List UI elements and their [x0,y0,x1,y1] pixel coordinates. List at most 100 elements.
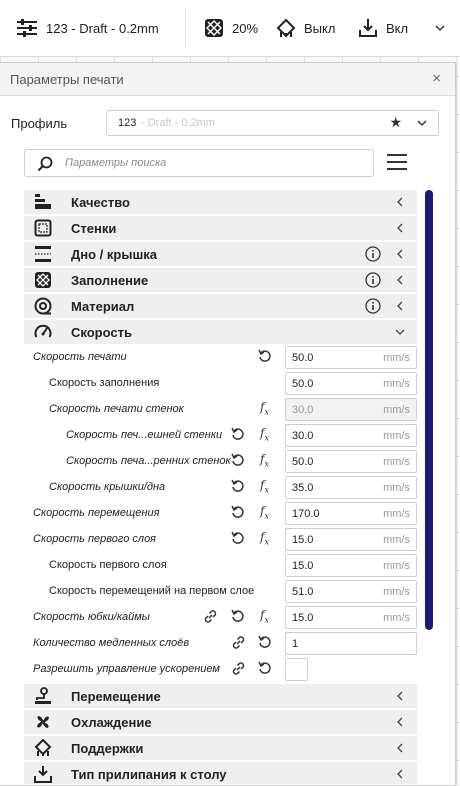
category-label: Перемещение [71,689,161,704]
reset-icon[interactable] [231,479,245,493]
chevron-left-icon [397,197,403,207]
category-top-bottom[interactable]: Дно / крышка [24,242,417,266]
inner-wall-speed-field[interactable]: 50.0 mm/s [285,450,417,473]
profile-summary[interactable]: 123 - Draft - 0.2mm [16,0,159,56]
setting-label-travel-speed: Скорость перемещения [33,507,160,519]
chevron-down-icon[interactable] [434,22,446,34]
function-icon[interactable]: fx [260,452,269,468]
setting-label-skirt-brim-speed: Скорость юбки/каймы [33,611,150,623]
print-setup-bar[interactable]: 123 - Draft - 0.2mm 20% Выкл Вкл [0,0,460,57]
outer-wall-speed-field[interactable]: 30.0 mm/s [285,424,417,447]
link-icon[interactable] [231,635,246,650]
infill-icon [35,272,51,288]
profile-number: 123 [118,117,137,129]
function-icon[interactable]: fx [260,530,269,546]
initial-layer-travel-speed-field[interactable]: 51.0 mm/s [285,580,417,603]
category-label: Скорость [71,325,132,340]
support-icon [276,18,296,38]
category-label: Заполнение [71,273,149,288]
chevron-left-icon [397,691,403,701]
search-input[interactable]: Параметры поиска [24,149,374,177]
category-cooling[interactable]: Охлаждение [24,710,417,734]
panel-title: Параметры печати [10,72,124,87]
function-subscript: x [264,511,269,521]
info-icon[interactable] [365,246,381,262]
function-subscript: x [264,537,269,547]
function-subscript: x [264,615,269,625]
divider [185,10,186,46]
star-icon[interactable]: ★ [389,114,402,131]
support-icon [34,739,52,756]
setting-label-initial-layer-speed: Скорость первого слоя [33,533,156,545]
travel-icon [35,687,51,704]
link-icon[interactable] [231,661,246,676]
speed-icon [34,324,52,338]
walls-icon [34,219,52,237]
skirt-brim-speed-field[interactable]: 15.0 mm/s [285,606,417,629]
function-subscript: x [264,459,269,469]
category-speed[interactable]: Скорость [24,320,417,344]
category-travel[interactable]: Перемещение [24,684,417,708]
acceleration-control-checkbox[interactable] [285,658,308,681]
profile-summary-label: 123 - Draft - 0.2mm [46,20,159,36]
adhesion-icon [34,766,52,783]
settings-scrollbar[interactable] [425,190,433,630]
material-icon [34,297,52,315]
chevron-down-icon [395,329,405,335]
close-button[interactable]: × [432,70,441,87]
category-infill[interactable]: Заполнение [24,268,417,292]
profile-name-rest: - Draft - 0.2mm [141,117,215,129]
category-support[interactable]: Поддержки [24,736,417,760]
support-value: Выкл [304,20,336,36]
category-label: Поддержки [71,741,144,756]
category-material[interactable]: Материал [24,294,417,318]
function-icon[interactable]: fx [260,478,269,494]
info-icon[interactable] [365,272,381,288]
setting-label-print-speed: Скорость печати [33,351,127,363]
info-icon[interactable] [365,298,381,314]
setting-label-initial-layer-travel-speed: Скорость перемещений на первом слое [49,585,255,597]
category-walls[interactable]: Стенки [24,216,417,240]
travel-speed-field[interactable]: 170.0 mm/s [285,502,417,525]
function-icon[interactable]: fx [260,426,269,442]
adhesion-icon [359,19,377,37]
profile-dropdown[interactable]: 123 - Draft - 0.2mm ★ [106,110,439,136]
reset-icon[interactable] [231,531,245,545]
category-label: Охлаждение [71,715,152,730]
reset-icon[interactable] [258,349,272,363]
setting-label-slow-layers: Количество медленных слоёв [33,637,190,649]
chevron-down-icon [417,120,427,127]
setting-label-initial-layer-print-speed: Скорость первого слоя [49,559,167,571]
slow-layers-field[interactable]: 1 [285,632,417,655]
reset-icon[interactable] [258,635,272,649]
search-icon [37,156,53,172]
link-icon[interactable] [203,609,218,624]
category-quality[interactable]: Качество [24,190,417,214]
reset-icon[interactable] [231,427,245,441]
support-summary[interactable]: Выкл [276,0,335,56]
function-icon[interactable]: fx [260,400,269,416]
print-speed-field[interactable]: 50.0 mm/s [285,346,417,369]
top-bottom-speed-field[interactable]: 35.0 mm/s [285,476,417,499]
initial-layer-print-speed-field[interactable]: 15.0 mm/s [285,554,417,577]
category-label: Дно / крышка [71,247,158,262]
settings-menu-button[interactable] [387,153,407,171]
reset-icon[interactable] [258,661,272,675]
setting-label-wall-speed: Скорость печати стенок [49,403,184,415]
initial-layer-speed-field[interactable]: 15.0 mm/s [285,528,417,551]
wall-speed-field[interactable]: 30.0 mm/s [285,398,417,421]
function-icon[interactable]: fx [260,608,269,624]
setting-label-acceleration-control: Разрешить управление ускорением [33,663,220,675]
adhesion-summary[interactable]: Вкл [358,0,408,56]
reset-icon[interactable] [231,609,245,623]
function-icon[interactable]: fx [260,504,269,520]
category-adhesion[interactable]: Тип прилипания к столу [24,762,417,784]
reset-icon[interactable] [231,505,245,519]
infill-summary[interactable]: 20% [204,0,258,56]
infill-speed-field[interactable]: 50.0 mm/s [285,372,417,395]
function-subscript: x [264,433,269,443]
reset-icon[interactable] [231,453,245,467]
category-label: Тип прилипания к столу [71,767,227,782]
quality-icon [35,194,51,209]
topbottom-icon [35,246,51,262]
